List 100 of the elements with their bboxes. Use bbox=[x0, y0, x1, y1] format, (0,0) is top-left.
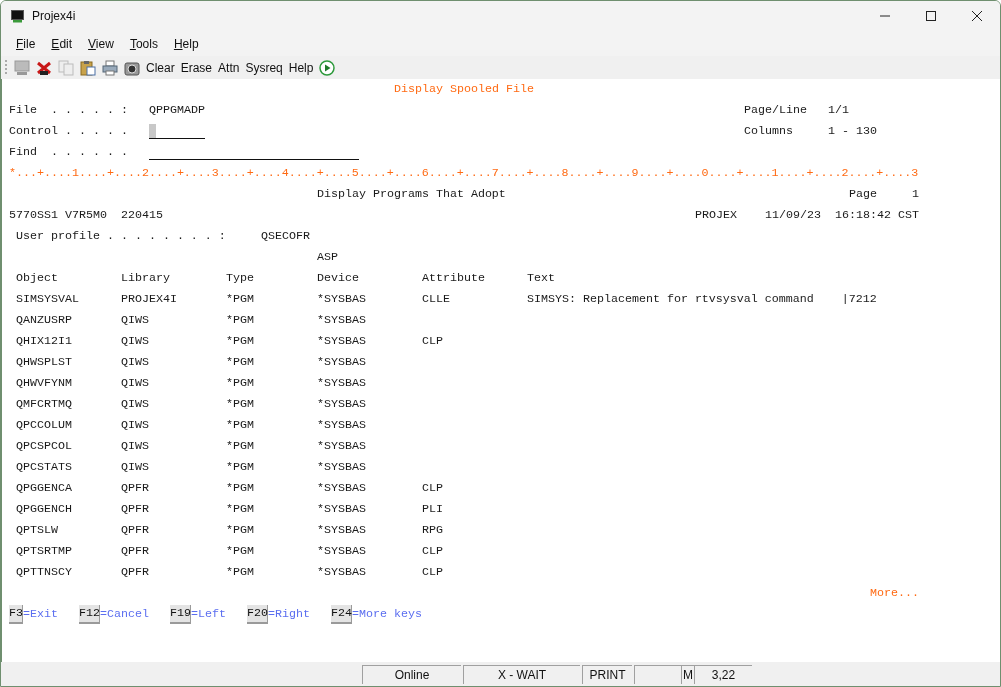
status-panel: 3,22 bbox=[694, 664, 752, 684]
table-cell-text: *SYSBAS bbox=[317, 417, 366, 434]
toolbar-button[interactable]: Help bbox=[288, 58, 314, 77]
function-key[interactable]: F12 bbox=[79, 605, 100, 624]
table-cell-text: *PGM bbox=[226, 312, 254, 329]
table-cell-text: QPCSTATS bbox=[16, 459, 72, 476]
table-cell-text: *PGM bbox=[226, 396, 254, 413]
toolbar-button[interactable]: Clear bbox=[146, 58, 175, 77]
table-cell-text: PLI bbox=[422, 501, 443, 518]
function-key[interactable]: F19 bbox=[170, 605, 191, 624]
table-cell-text: *SYSBAS bbox=[317, 564, 366, 581]
table-cell-text: QHIX12I1 bbox=[16, 333, 72, 350]
function-key-label: =More keys bbox=[352, 606, 422, 623]
toolbar-button[interactable]: Attn bbox=[218, 58, 240, 77]
column-header: Attribute bbox=[422, 270, 485, 287]
field-label: Control . . . . . bbox=[9, 123, 128, 140]
toolbar-button[interactable]: Erase bbox=[180, 58, 213, 77]
column-header: Text bbox=[527, 270, 555, 287]
menu-item[interactable]: Tools bbox=[122, 34, 165, 53]
table-cell-text: QIWS bbox=[121, 459, 149, 476]
table-cell-text: *SYSBAS bbox=[317, 438, 366, 455]
table-cell-text: *PGM bbox=[226, 291, 254, 308]
more-indicator: More... bbox=[870, 585, 919, 602]
function-key-label: =Right bbox=[268, 606, 310, 623]
status-flag: M bbox=[681, 664, 694, 684]
function-key[interactable]: F3 bbox=[9, 605, 23, 624]
table-cell-text: *PGM bbox=[226, 543, 254, 560]
table-cell-text: *PGM bbox=[226, 501, 254, 518]
table-cell-text: PROJEX4I bbox=[121, 291, 177, 308]
table-cell-text: QHWVFYNM bbox=[16, 375, 72, 392]
function-key[interactable]: F20 bbox=[247, 605, 268, 624]
column-header: Object bbox=[16, 270, 58, 287]
table-cell-text: CLP bbox=[422, 333, 443, 350]
paste-icon[interactable] bbox=[80, 59, 96, 76]
function-key[interactable]: F24 bbox=[331, 605, 352, 624]
table-cell-text: *PGM bbox=[226, 564, 254, 581]
printer-icon[interactable] bbox=[102, 59, 118, 76]
column-header: Device bbox=[317, 270, 359, 287]
info-label: Page/Line bbox=[744, 102, 807, 119]
field-label: File . . . . . : bbox=[9, 102, 128, 119]
info-value: 1/1 bbox=[828, 102, 849, 119]
menu-item[interactable]: Help bbox=[166, 34, 206, 53]
table-cell-text: QPFR bbox=[121, 501, 149, 518]
table-cell-text: *SYSBAS bbox=[317, 396, 366, 413]
table-cell-text: QPCCOLUM bbox=[16, 417, 72, 434]
table-cell-text: QPFR bbox=[121, 564, 149, 581]
grip-icon bbox=[5, 58, 8, 77]
field-value: QPPGMADP bbox=[149, 102, 205, 119]
info-label: Columns bbox=[744, 123, 793, 140]
table-cell-text: *SYSBAS bbox=[317, 354, 366, 371]
disconnect-icon[interactable] bbox=[36, 59, 52, 76]
table-cell-text: *SYSBAS bbox=[317, 501, 366, 518]
table-cell-text: QPFR bbox=[121, 480, 149, 497]
screen-title: Display Spooled File bbox=[394, 81, 534, 98]
table-cell-text: SIMSYSVAL bbox=[16, 291, 79, 308]
table-cell-text: *SYSBAS bbox=[317, 543, 366, 560]
cursor bbox=[149, 124, 156, 138]
function-key-label: =Exit bbox=[23, 606, 58, 623]
camera-icon[interactable] bbox=[124, 59, 140, 76]
info-value: 1 - 130 bbox=[828, 123, 877, 140]
table-cell-text: CLP bbox=[422, 564, 443, 581]
page-number: Page 1 bbox=[849, 186, 919, 203]
table-cell-text: QIWS bbox=[121, 312, 149, 329]
table-cell-text: QIWS bbox=[121, 333, 149, 350]
table-cell-text: *PGM bbox=[226, 417, 254, 434]
table-cell-text: CLLE bbox=[422, 291, 450, 308]
close-icon[interactable] bbox=[972, 11, 982, 21]
table-cell-text: *SYSBAS bbox=[317, 291, 366, 308]
menu-item[interactable]: Edit bbox=[44, 34, 80, 53]
table-cell-text: QMFCRTMQ bbox=[16, 396, 72, 413]
report-timestamp: 11/09/23 16:18:42 CST bbox=[765, 207, 919, 224]
table-cell-text: QIWS bbox=[121, 354, 149, 371]
toolbar-button[interactable]: Sysreq bbox=[245, 58, 283, 77]
table-cell-text: QIWS bbox=[121, 417, 149, 434]
field-label: User profile . . . . . . . . : bbox=[16, 228, 226, 245]
table-cell-text: *PGM bbox=[226, 522, 254, 539]
table-cell-text: *PGM bbox=[226, 480, 254, 497]
table-cell-text: *SYSBAS bbox=[317, 333, 366, 350]
table-cell-text: QPFR bbox=[121, 543, 149, 560]
column-header: Library bbox=[121, 270, 170, 287]
status-panel: Online bbox=[362, 664, 461, 684]
menu-item[interactable]: View bbox=[81, 34, 121, 53]
table-cell-text: QPTSLW bbox=[16, 522, 58, 539]
table-cell-text: QPCSPCOL bbox=[16, 438, 72, 455]
table-cell-text: *SYSBAS bbox=[317, 312, 366, 329]
table-cell-text: *PGM bbox=[226, 459, 254, 476]
field-label: Find . . . . . . bbox=[9, 144, 128, 161]
table-cell-text: QHWSPLST bbox=[16, 354, 72, 371]
play-icon[interactable] bbox=[319, 59, 336, 76]
product-version: 5770SS1 V7R5M0 220415 bbox=[9, 207, 163, 224]
maximize-icon[interactable] bbox=[926, 11, 936, 21]
menu-item[interactable]: File bbox=[9, 34, 43, 53]
table-cell-text: QIWS bbox=[121, 438, 149, 455]
report-title: Display Programs That Adopt bbox=[317, 186, 506, 203]
table-cell-text: RPG bbox=[422, 522, 443, 539]
input-field[interactable] bbox=[149, 122, 205, 139]
table-cell-text: QPTTNSCY bbox=[16, 564, 72, 581]
table-cell-text: *SYSBAS bbox=[317, 375, 366, 392]
terminal-icon bbox=[11, 9, 24, 23]
table-cell-text: *PGM bbox=[226, 438, 254, 455]
